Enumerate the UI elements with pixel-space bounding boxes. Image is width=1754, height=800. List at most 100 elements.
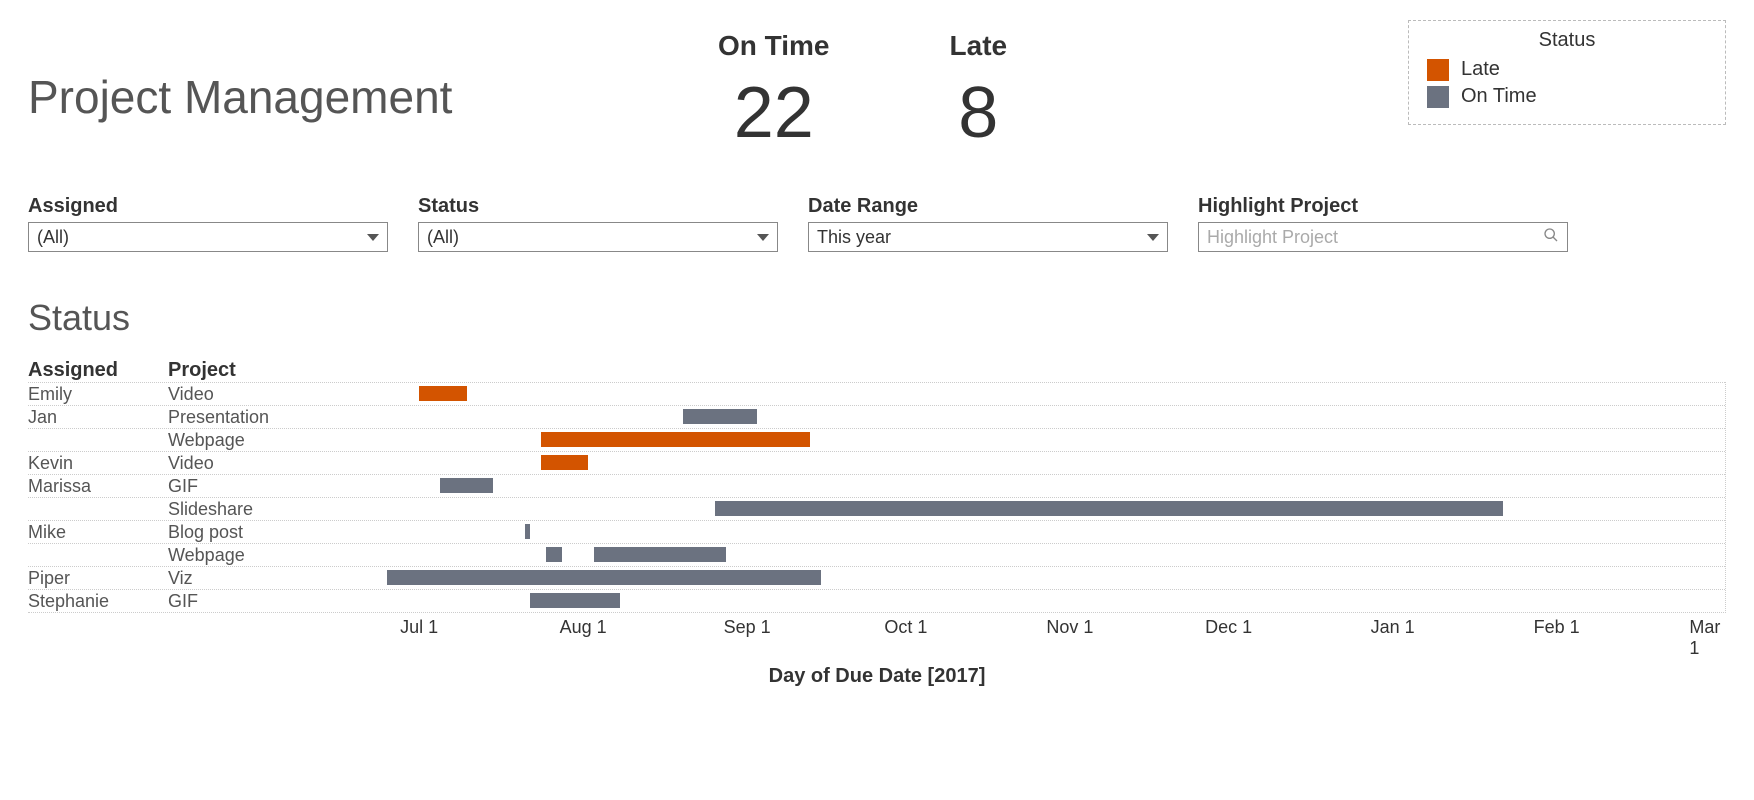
cell-assigned: Marissa [28, 476, 168, 497]
kpi-late: Late 8 [950, 30, 1008, 154]
gantt-bar[interactable] [525, 524, 530, 539]
cell-project: GIF [168, 476, 308, 497]
table-row[interactable]: KevinVideo [28, 451, 1725, 474]
table-row[interactable]: JanPresentation [28, 405, 1725, 428]
page-title: Project Management [28, 20, 678, 124]
filter-highlight: Highlight Project Highlight Project [1198, 195, 1568, 252]
axis-tick: Jan 1 [1371, 617, 1415, 638]
assigned-dropdown[interactable]: (All) [28, 222, 388, 252]
axis-tick: Sep 1 [724, 617, 771, 638]
section-title: Status [28, 297, 1726, 339]
axis-tick: Feb 1 [1534, 617, 1580, 638]
gantt-bar[interactable] [715, 501, 1503, 516]
swatch-ontime-icon [1427, 86, 1449, 108]
cell-project: Webpage [168, 430, 308, 451]
cell-bars [308, 383, 1725, 405]
gantt-area: EmilyVideoJanPresentationWebpageKevinVid… [28, 382, 1726, 613]
highlight-placeholder: Highlight Project [1207, 227, 1338, 248]
axis-tick: Mar 1 [1689, 617, 1720, 659]
gantt-bar[interactable] [530, 593, 620, 608]
chevron-down-icon [757, 234, 769, 241]
cell-assigned: Kevin [28, 453, 168, 474]
filter-daterange: Date Range This year [808, 195, 1168, 252]
legend-ontime-label: On Time [1461, 85, 1537, 108]
legend: Status Late On Time [1408, 20, 1726, 125]
axis-tick: Dec 1 [1205, 617, 1252, 638]
table-row[interactable]: PiperViz [28, 566, 1725, 589]
axis-tick: Aug 1 [560, 617, 607, 638]
filter-assigned-label: Assigned [28, 195, 388, 218]
gantt-bar[interactable] [387, 570, 821, 585]
filter-assigned: Assigned (All) [28, 195, 388, 252]
kpi-ontime: On Time 22 [718, 30, 830, 154]
daterange-dropdown[interactable]: This year [808, 222, 1168, 252]
filter-status: Status (All) [418, 195, 778, 252]
table-row[interactable]: StephanieGIF [28, 589, 1725, 612]
kpi-group: On Time 22 Late 8 [718, 20, 1007, 154]
cell-bars [308, 521, 1725, 543]
gantt-bar[interactable] [541, 455, 589, 470]
gantt-bar[interactable] [594, 547, 726, 562]
col-header-project: Project [168, 359, 308, 382]
cell-project: GIF [168, 591, 308, 612]
cell-project: Presentation [168, 407, 308, 428]
gantt-bar[interactable] [541, 432, 811, 447]
kpi-ontime-label: On Time [718, 30, 830, 62]
cell-project: Viz [168, 568, 308, 589]
cell-assigned: Piper [28, 568, 168, 589]
cell-bars [308, 544, 1725, 566]
cell-bars [308, 406, 1725, 428]
gantt-bar[interactable] [419, 386, 467, 401]
status-dropdown[interactable]: (All) [418, 222, 778, 252]
kpi-late-value: 8 [950, 72, 1008, 154]
filter-bar: Assigned (All) Status (All) Date Range T… [28, 195, 1726, 252]
table-row[interactable]: Webpage [28, 543, 1725, 566]
cell-assigned: Emily [28, 384, 168, 405]
col-header-chart [308, 359, 1726, 382]
filter-status-label: Status [418, 195, 778, 218]
table-row[interactable]: MarissaGIF [28, 474, 1725, 497]
cell-project: Video [168, 453, 308, 474]
header-row: Project Management On Time 22 Late 8 Sta… [28, 20, 1726, 170]
kpi-late-label: Late [950, 30, 1008, 62]
x-axis-label: Day of Due Date [2017] [28, 665, 1726, 688]
legend-item-ontime[interactable]: On Time [1427, 85, 1707, 108]
cell-project: Slideshare [168, 499, 308, 520]
dashboard: Project Management On Time 22 Late 8 Sta… [0, 0, 1754, 800]
gantt-chart: Assigned Project EmilyVideoJanPresentati… [28, 359, 1726, 688]
axis-tick: Oct 1 [884, 617, 927, 638]
assigned-dropdown-value: (All) [37, 227, 69, 248]
gantt-bar[interactable] [683, 409, 757, 424]
gantt-bar[interactable] [546, 547, 562, 562]
daterange-dropdown-value: This year [817, 227, 891, 248]
highlight-search-input[interactable]: Highlight Project [1198, 222, 1568, 252]
kpi-ontime-value: 22 [718, 72, 830, 154]
filter-highlight-label: Highlight Project [1198, 195, 1568, 218]
chevron-down-icon [367, 234, 379, 241]
table-row[interactable]: MikeBlog post [28, 520, 1725, 543]
axis-tick: Jul 1 [400, 617, 438, 638]
col-header-assigned: Assigned [28, 359, 168, 382]
gantt-header: Assigned Project [28, 359, 1726, 382]
cell-bars [308, 567, 1725, 589]
cell-bars [308, 452, 1725, 474]
gantt-body: EmilyVideoJanPresentationWebpageKevinVid… [28, 382, 1726, 613]
table-row[interactable]: Slideshare [28, 497, 1725, 520]
table-row[interactable]: Webpage [28, 428, 1725, 451]
legend-title: Status [1427, 29, 1707, 52]
cell-bars [308, 590, 1725, 612]
cell-bars [308, 475, 1725, 497]
cell-assigned: Jan [28, 407, 168, 428]
cell-project: Blog post [168, 522, 308, 543]
cell-bars [308, 429, 1725, 451]
search-icon [1543, 227, 1559, 248]
chevron-down-icon [1147, 234, 1159, 241]
status-dropdown-value: (All) [427, 227, 459, 248]
legend-item-late[interactable]: Late [1427, 58, 1707, 81]
cell-assigned: Stephanie [28, 591, 168, 612]
axis-tick: Nov 1 [1046, 617, 1093, 638]
gantt-bar[interactable] [440, 478, 493, 493]
x-axis: Jul 1 Aug 1 Sep 1 Oct 1 Nov 1 Dec 1 Jan 1 Feb 1… [308, 613, 1726, 643]
cell-project: Webpage [168, 545, 308, 566]
table-row[interactable]: EmilyVideo [28, 382, 1725, 405]
